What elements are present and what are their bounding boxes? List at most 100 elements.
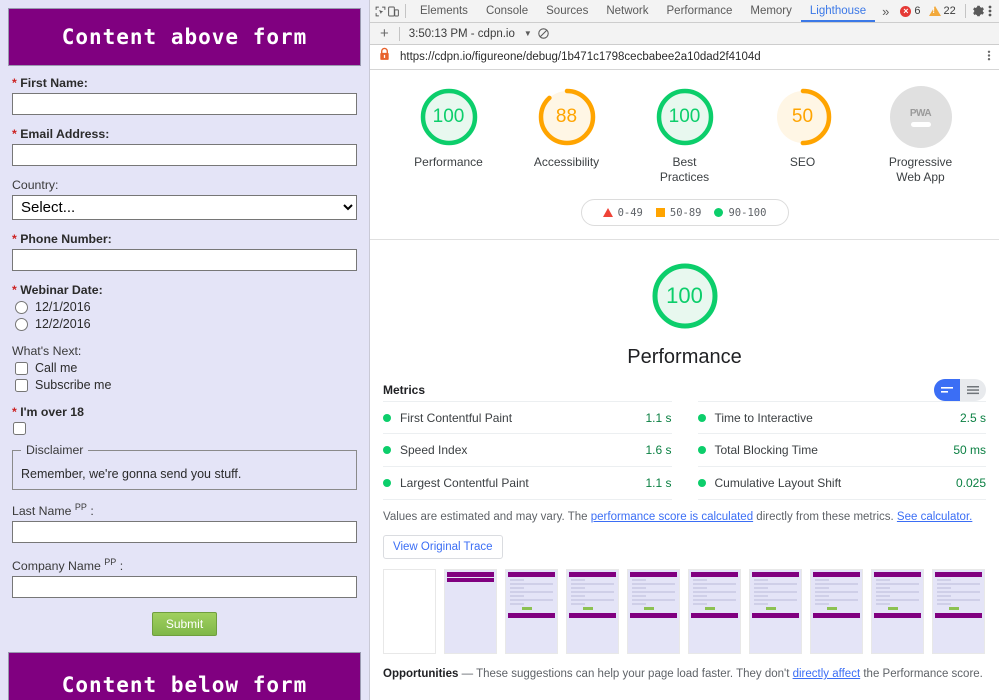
performance-big-label: Performance [627,346,742,368]
kebab-menu-icon[interactable] [987,49,991,65]
metric-row[interactable]: First Contentful Paint 1.1 s [383,401,672,434]
performance-score-calculated-link[interactable]: performance score is calculated [591,511,753,523]
filmstrip-frame[interactable] [505,569,558,654]
filmstrip-frame[interactable] [444,569,497,654]
disclaimer-fieldset: Disclaimer Remember, we're gonna send yo… [12,443,357,490]
webinar-date-option-2[interactable]: 12/2/2016 [15,317,357,332]
submit-button[interactable]: Submit [151,612,218,637]
required-marker: * [12,76,17,90]
gauge-score-accessibility: 88 [555,106,578,127]
gauge-pwa[interactable]: PWA Progressive Web App [874,86,968,185]
metric-value: 0.025 [955,476,986,490]
status-dot-pass-icon [697,446,706,454]
metric-row[interactable]: Cumulative Layout Shift 0.025 [697,467,986,500]
clear-all-icon[interactable] [537,27,550,40]
see-calculator-link[interactable]: See calculator. [897,511,972,523]
metric-name: Cumulative Layout Shift [714,476,842,490]
list-compact-icon[interactable] [934,379,960,401]
metric-name: Time to Interactive [714,410,813,425]
over18-checkbox[interactable] [13,422,26,435]
first-name-input[interactable] [12,93,357,115]
gauge-label-pwa: Progressive Web App [888,155,953,184]
metric-value: 1.6 s [645,443,672,457]
last-name-input[interactable] [12,521,357,544]
last-name-colon: : [90,504,94,519]
inspect-element-icon[interactable] [374,1,387,21]
list-detailed-icon[interactable] [960,379,986,401]
tab-elements[interactable]: Elements [411,0,477,22]
metric-row[interactable]: Largest Contentful Paint 1.1 s [383,467,672,500]
filmstrip-frame[interactable] [810,569,863,654]
trace-row: View Original Trace [370,525,999,559]
report-selector[interactable]: 3:50:13 PM - cdpn.io [405,28,519,40]
metric-row[interactable]: Speed Index 1.6 s [383,434,672,467]
company-name-input[interactable] [12,576,357,599]
device-toolbar-icon[interactable] [387,1,400,21]
new-report-button[interactable]: + [375,25,394,42]
gauge-score-performance: 100 [432,106,465,127]
directly-affect-link[interactable]: directly affect [793,668,861,680]
filmstrip-frame[interactable] [932,569,985,654]
legend-item-pass: 90-100 [714,207,766,219]
metric-row[interactable]: Time to Interactive 2.5 s [697,401,986,434]
tab-lighthouse[interactable]: Lighthouse [800,0,876,22]
tab-sources[interactable]: Sources [537,0,597,22]
over18-row[interactable] [13,422,357,435]
webinar-date-radio-2[interactable] [15,318,28,331]
last-name-label: Last Name PP : [12,500,357,518]
phone-label: * Phone Number: [12,232,357,246]
chevron-down-icon[interactable]: ▼ [519,29,537,38]
required-marker: * [12,127,17,141]
legend-item-fail: 0-49 [602,207,643,219]
filmstrip-frame[interactable] [688,569,741,654]
phone-input[interactable] [12,249,357,271]
filmstrip [370,559,999,654]
opportunities-section: Opportunities — These suggestions can he… [370,654,999,682]
email-label-text: Email Address: [20,127,110,141]
performance-big-score: 100 [666,283,703,308]
gauge-best-practices[interactable]: 100 Best Practices [638,86,732,185]
company-name-label: Company Name PP : [12,555,357,573]
subscribe-me-checkbox[interactable] [15,379,28,392]
filmstrip-frame[interactable] [383,569,436,654]
gauge-accessibility[interactable]: 88 Accessibility [520,86,614,185]
tab-network[interactable]: Network [597,0,657,22]
lock-icon [378,47,391,67]
webinar-date-option-1[interactable]: 12/1/2016 [15,300,357,315]
filmstrip-frame[interactable] [749,569,802,654]
filmstrip-frame[interactable] [566,569,619,654]
pwa-bar [910,121,931,127]
metric-row[interactable]: Total Blocking Time 50 ms [697,434,986,467]
gauge-seo[interactable]: 50 SEO [756,86,850,185]
warning-count-badge[interactable]: 22 [925,5,960,17]
whats-next-option-call-me[interactable]: Call me [15,361,357,376]
whats-next-option-subscribe-me[interactable]: Subscribe me [15,378,357,393]
filmstrip-frame[interactable] [871,569,924,654]
metric-value: 1.1 s [645,410,672,425]
filmstrip-frame[interactable] [627,569,680,654]
tab-performance[interactable]: Performance [658,0,742,22]
webinar-date-radio-1[interactable] [15,301,28,314]
gear-icon[interactable] [971,1,985,21]
view-original-trace-button[interactable]: View Original Trace [383,535,503,559]
webinar-date-label: * Webinar Date: [12,283,357,297]
more-tabs-icon[interactable]: » [875,4,896,19]
first-name-label-text: First Name: [20,76,88,90]
last-name-pp-superscript: PP [74,502,87,512]
tab-console[interactable]: Console [477,0,537,22]
country-select[interactable]: Select... [12,195,357,220]
call-me-checkbox[interactable] [15,362,28,375]
company-name-label-text: Company Name [12,559,101,574]
metric-name: Largest Contentful Paint [400,476,529,490]
lighthouse-subtoolbar: + 3:50:13 PM - cdpn.io ▼ [370,23,999,45]
metrics-view-toggle[interactable] [934,379,986,401]
tab-memory[interactable]: Memory [741,0,801,22]
status-dot-pass-icon [383,479,391,487]
error-count-badge[interactable]: × 6 [896,5,924,17]
warning-icon [928,6,941,16]
kebab-menu-icon[interactable] [985,1,995,21]
devtools-toolbar: Elements Console Sources Network Perform… [370,0,999,23]
gauge-performance[interactable]: 100 Performance [402,86,496,185]
email-input[interactable] [12,144,357,166]
